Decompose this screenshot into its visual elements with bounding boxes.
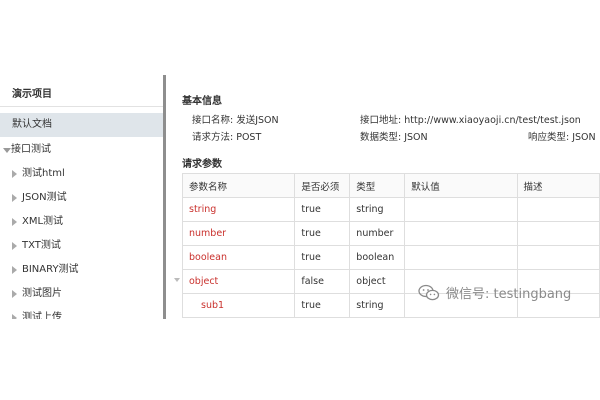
param-required: true (294, 245, 351, 270)
col-header-default: 默认值 (404, 173, 518, 198)
data-type: 数据类型: JSON (360, 132, 428, 143)
param-desc (516, 197, 600, 222)
sidebar-item-label: TXT测试 (22, 240, 61, 251)
param-required: true (294, 197, 351, 222)
sidebar-divider (0, 106, 163, 107)
api-name: 接口名称: 发送JSON (192, 115, 279, 126)
param-type: string (349, 293, 406, 318)
watermark-text: 微信号: testingbang (446, 287, 572, 302)
project-title: 演示项目 (12, 89, 52, 100)
param-desc (516, 245, 600, 270)
app-frame: 演示项目 默认文档 接口测试 测试html JSON测试 XML测试 TXT测试… (0, 75, 600, 319)
param-required: true (294, 221, 351, 246)
col-header-type: 类型 (349, 173, 406, 198)
sidebar-item-test-html[interactable]: 测试html (0, 162, 163, 186)
request-params-title: 请求参数 (182, 159, 222, 170)
sidebar-item-default-doc[interactable]: 默认文档 (0, 113, 163, 137)
param-desc (516, 221, 600, 246)
sidebar-item-xml-test[interactable]: XML测试 (0, 210, 163, 234)
table-row: string true string (181, 197, 600, 222)
sidebar-item-label: 测试上传 (22, 312, 62, 319)
chevron-right-icon (12, 170, 17, 178)
param-name: number (181, 221, 296, 246)
chevron-right-icon (12, 218, 17, 226)
param-type: object (349, 269, 406, 294)
sidebar: 演示项目 默认文档 接口测试 测试html JSON测试 XML测试 TXT测试… (0, 75, 163, 319)
table-row: number true number (181, 221, 600, 246)
sidebar-item-upload-test[interactable]: 测试上传 (0, 306, 163, 319)
sidebar-item-label: 测试图片 (22, 288, 62, 299)
param-required: true (294, 293, 351, 318)
col-header-required: 是否必须 (294, 173, 351, 198)
table-header-row: 参数名称 是否必须 类型 默认值 描述 (181, 173, 600, 198)
api-url: 接口地址: http://www.xiaoyaoji.cn/test/test.… (360, 115, 581, 126)
param-name: string (181, 197, 296, 222)
table-row: boolean true boolean (181, 245, 600, 270)
wechat-icon (418, 284, 440, 300)
sidebar-item-label: 接口测试 (11, 144, 51, 155)
param-type: boolean (349, 245, 406, 270)
chevron-right-icon (12, 290, 17, 298)
param-type: number (349, 221, 406, 246)
param-name: boolean (181, 245, 296, 270)
sidebar-item-txt-test[interactable]: TXT测试 (0, 234, 163, 258)
param-name: object (181, 269, 296, 294)
sidebar-item-json-test[interactable]: JSON测试 (0, 186, 163, 210)
request-method: 请求方法: POST (192, 132, 262, 143)
watermark: 微信号: testingbang (418, 283, 571, 302)
param-default (404, 245, 518, 270)
expand-marker-icon[interactable] (174, 278, 180, 282)
col-header-desc: 描述 (516, 173, 600, 198)
chevron-right-icon (12, 266, 17, 274)
sidebar-item-label: XML测试 (22, 216, 64, 227)
param-default (404, 197, 518, 222)
sidebar-item-binary-test[interactable]: BINARY测试 (0, 258, 163, 282)
chevron-right-icon (12, 242, 17, 250)
sidebar-item-image-test[interactable]: 测试图片 (0, 282, 163, 306)
chevron-right-icon (12, 314, 17, 319)
sidebar-item-label: BINARY测试 (22, 264, 79, 275)
chevron-right-icon (12, 194, 17, 202)
param-required: false (294, 269, 351, 294)
param-default (404, 221, 518, 246)
sidebar-item-label: JSON测试 (22, 192, 67, 203)
basic-info-title: 基本信息 (182, 96, 222, 107)
sidebar-item-label: 测试html (22, 168, 65, 179)
param-name: sub1 (181, 293, 296, 318)
sidebar-folder-api-test[interactable]: 接口测试 (0, 138, 163, 162)
chevron-down-icon (3, 148, 11, 153)
sidebar-item-label: 默认文档 (12, 119, 52, 130)
main-content: 基本信息 接口名称: 发送JSON 接口地址: http://www.xiaoy… (166, 75, 600, 319)
param-type: string (349, 197, 406, 222)
response-type: 响应类型: JSON (528, 132, 596, 143)
col-header-name: 参数名称 (181, 173, 296, 198)
